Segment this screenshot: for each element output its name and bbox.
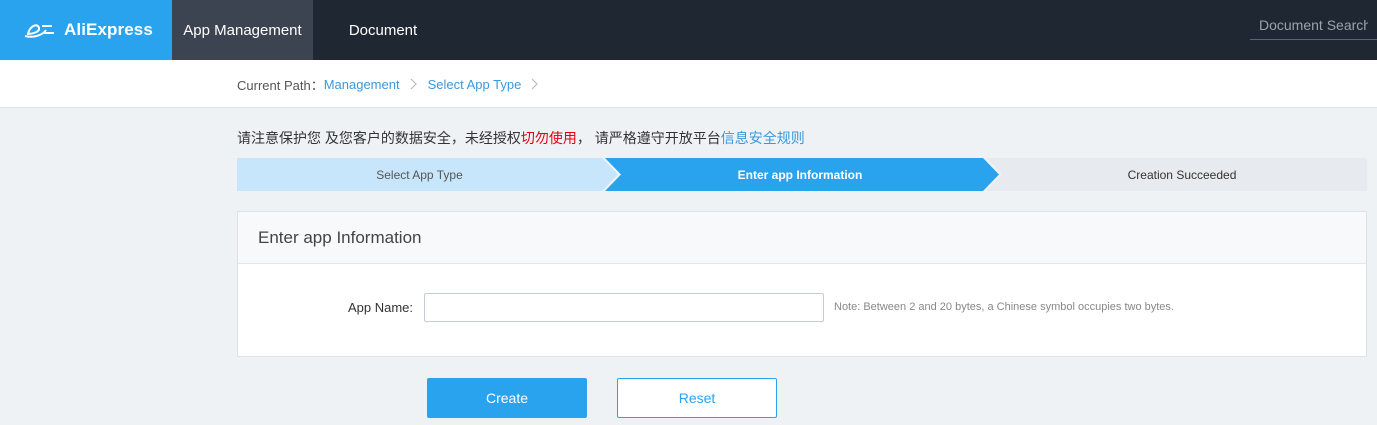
nav-document[interactable]: Document — [313, 0, 453, 60]
breadcrumb: Current Path： Management Select App Type — [237, 60, 549, 108]
chevron-right-icon — [531, 78, 539, 90]
app-name-input[interactable] — [424, 293, 824, 322]
document-search-input[interactable] — [1250, 10, 1377, 39]
step-select-app-type: Select App Type — [376, 167, 463, 182]
app-name-row: App Name: Note: Between 2 and 20 bytes, … — [238, 293, 1366, 322]
app-name-note: Note: Between 2 and 20 bytes, a Chinese … — [834, 301, 1174, 313]
breadcrumb-prefix: Current Path： — [237, 77, 324, 93]
form-title: Enter app Information — [258, 227, 422, 247]
form-card-header: Enter app Information — [238, 212, 1366, 264]
brand-logo-link[interactable]: AliExpress — [0, 0, 172, 60]
step-enter-app-information: Enter app Information — [737, 167, 863, 182]
notice-warning: 切勿使用 — [520, 130, 577, 146]
breadcrumb-bar: Current Path： Management Select App Type — [0, 60, 1377, 108]
app-info-form-card: Enter app Information App Name: Note: Be… — [237, 211, 1367, 357]
app-name-label: App Name: — [347, 300, 413, 315]
notice-text: 请注意保护您 及您客户的数据安全，未经授权 — [237, 130, 521, 146]
create-button[interactable]: Create — [427, 378, 587, 418]
chevron-right-icon — [410, 78, 417, 90]
breadcrumb-select-app-type[interactable]: Select App Type — [428, 77, 522, 92]
progress-steps: Select App Type Enter app Information Cr… — [237, 158, 1367, 191]
notice-text-2: ， 请严格遵守开放平台 — [576, 130, 721, 146]
breadcrumb-management[interactable]: Management — [324, 77, 400, 92]
security-notice: 请注意保护您 及您客户的数据安全，未经授权切勿使用， 请严格遵守开放平台信息安全… — [237, 128, 805, 148]
top-navbar: AliExpress App Management Document — [0, 0, 1377, 60]
notice-security-rules-link[interactable]: 信息安全规则 — [721, 130, 805, 146]
step-creation-succeeded: Creation Succeeded — [1127, 167, 1237, 182]
aliexpress-logo-icon — [24, 24, 54, 38]
brand-name: AliExpress — [64, 20, 153, 39]
document-search — [1250, 10, 1377, 40]
nav-app-management[interactable]: App Management — [172, 0, 313, 60]
reset-button[interactable]: Reset — [617, 378, 777, 418]
